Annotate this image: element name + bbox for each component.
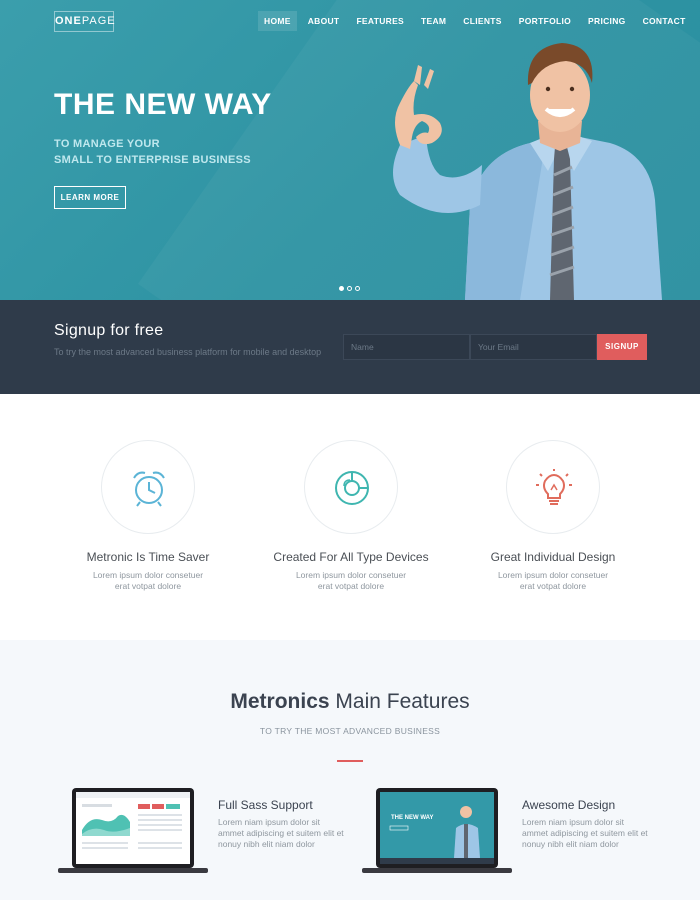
laptop-dashboard-image	[58, 788, 208, 873]
nav-about[interactable]: ABOUT	[302, 11, 346, 31]
feature-description-line2: erat votpat dolore	[317, 581, 385, 591]
feature-icon-circle	[101, 440, 195, 534]
feature-description: Lorem ipsum dolor consetuer erat votpat …	[453, 570, 653, 592]
slider-dot[interactable]	[339, 286, 344, 291]
logo[interactable]: ONEPAGE	[54, 11, 116, 32]
title-divider	[337, 760, 363, 762]
feature-all-devices: Created For All Type Devices Lorem ipsum…	[251, 440, 451, 592]
feature-description-line1: Lorem ipsum dolor consetuer	[92, 570, 204, 580]
hero-subtitle-line2: SMALL TO ENTERPRISE BUSINESS	[54, 154, 251, 166]
learn-more-button[interactable]: LEARN MORE	[54, 186, 126, 209]
logo-rest: PAGE	[81, 15, 116, 27]
signup-description: To try the most advanced business platfo…	[54, 347, 322, 357]
feature-item-title: Full Sass Support	[218, 798, 313, 812]
feature-description-line2: erat votpat dolore	[519, 581, 587, 591]
hero-subtitle: TO MANAGE YOUR SMALL TO ENTERPRISE BUSIN…	[54, 136, 251, 168]
feature-time-saver: Metronic Is Time Saver Lorem ipsum dolor…	[48, 440, 248, 592]
feature-item-title: Awesome Design	[522, 798, 616, 812]
feature-item-description: Lorem niam ipsum dolor sit ammet adipisc…	[218, 817, 344, 849]
slider-dot[interactable]	[347, 286, 352, 291]
feature-title: Great Individual Design	[490, 550, 616, 564]
feature-icon-circle	[304, 440, 398, 534]
email-input[interactable]: Your Email	[470, 334, 597, 360]
main-features-title-rest: Main Features	[329, 690, 470, 713]
hero-man-image	[393, 43, 662, 300]
main-features-title-bold: Metronics	[230, 690, 330, 713]
feature-description-line1: Lorem ipsum dolor consetuer	[497, 570, 609, 580]
slider-dot[interactable]	[355, 286, 360, 291]
main-features-subtitle: TO TRY THE MOST ADVANCED BUSINESS	[259, 726, 441, 736]
feature-description: Lorem ipsum dolor consetuer erat votpat …	[251, 570, 451, 592]
light-bulb-icon	[536, 469, 572, 505]
hero-section: ONEPAGE HOME ABOUT FEATURES TEAM CLIENTS…	[0, 0, 700, 300]
name-input[interactable]: Name	[343, 334, 470, 360]
laptop-design-image	[362, 788, 512, 873]
feature-description: Lorem ipsum dolor consetuer erat votpat …	[48, 570, 248, 592]
feature-description-line2: erat votpat dolore	[114, 581, 182, 591]
feature-title: Metronic Is Time Saver	[86, 550, 210, 564]
feature-description-line1: Lorem ipsum dolor consetuer	[295, 570, 407, 580]
feature-icon-circle	[506, 440, 600, 534]
signup-title: Signup for free	[54, 322, 164, 339]
feature-title: Created For All Type Devices	[273, 550, 429, 564]
hero-title: THE NEW WAY	[54, 88, 272, 121]
nav-home[interactable]: HOME	[258, 11, 297, 31]
signup-button[interactable]: SIGNUP	[597, 334, 647, 360]
alarm-clock-icon	[133, 471, 165, 507]
feature-item-description: Lorem niam ipsum dolor sit ammet adipisc…	[522, 817, 648, 849]
hero-subtitle-line1: TO MANAGE YOUR	[54, 138, 160, 150]
laptop-screen-title: THE NEW WAY	[391, 815, 434, 821]
feature-individual-design: Great Individual Design Lorem ipsum dolo…	[453, 440, 653, 592]
slider-dots	[339, 286, 360, 291]
logo-bold: ONE	[55, 15, 82, 27]
pie-chart-icon	[335, 471, 369, 505]
main-features-title: Metronics Main Features	[0, 690, 700, 714]
